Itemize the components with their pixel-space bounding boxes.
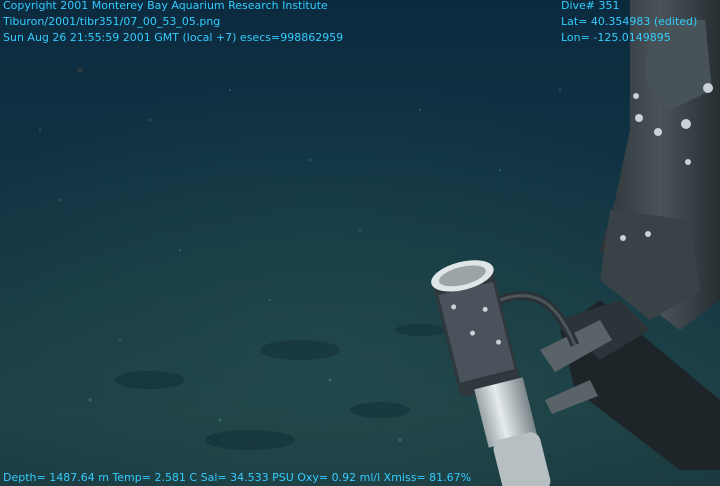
copyright-text: Copyright 2001 Monterey Bay Aquarium Res… [3, 0, 328, 12]
timestamp-text: Sun Aug 26 21:55:59 2001 GMT (local +7) … [3, 31, 344, 44]
telemetry-readout: Depth= 1487.64 m Temp= 2.581 C Sal= 34.5… [3, 471, 472, 484]
frame-filename: Tiburon/2001/tibr351/07_00_53_05.png [3, 15, 221, 28]
latitude-readout: Lat= 40.354983 (edited) [561, 15, 698, 28]
seafloor-scene [0, 0, 720, 486]
dive-number: Dive# 351 [561, 0, 620, 12]
longitude-readout: Lon= -125.0149895 [561, 31, 671, 44]
video-frame: Copyright 2001 Monterey Bay Aquarium Res… [0, 0, 720, 486]
